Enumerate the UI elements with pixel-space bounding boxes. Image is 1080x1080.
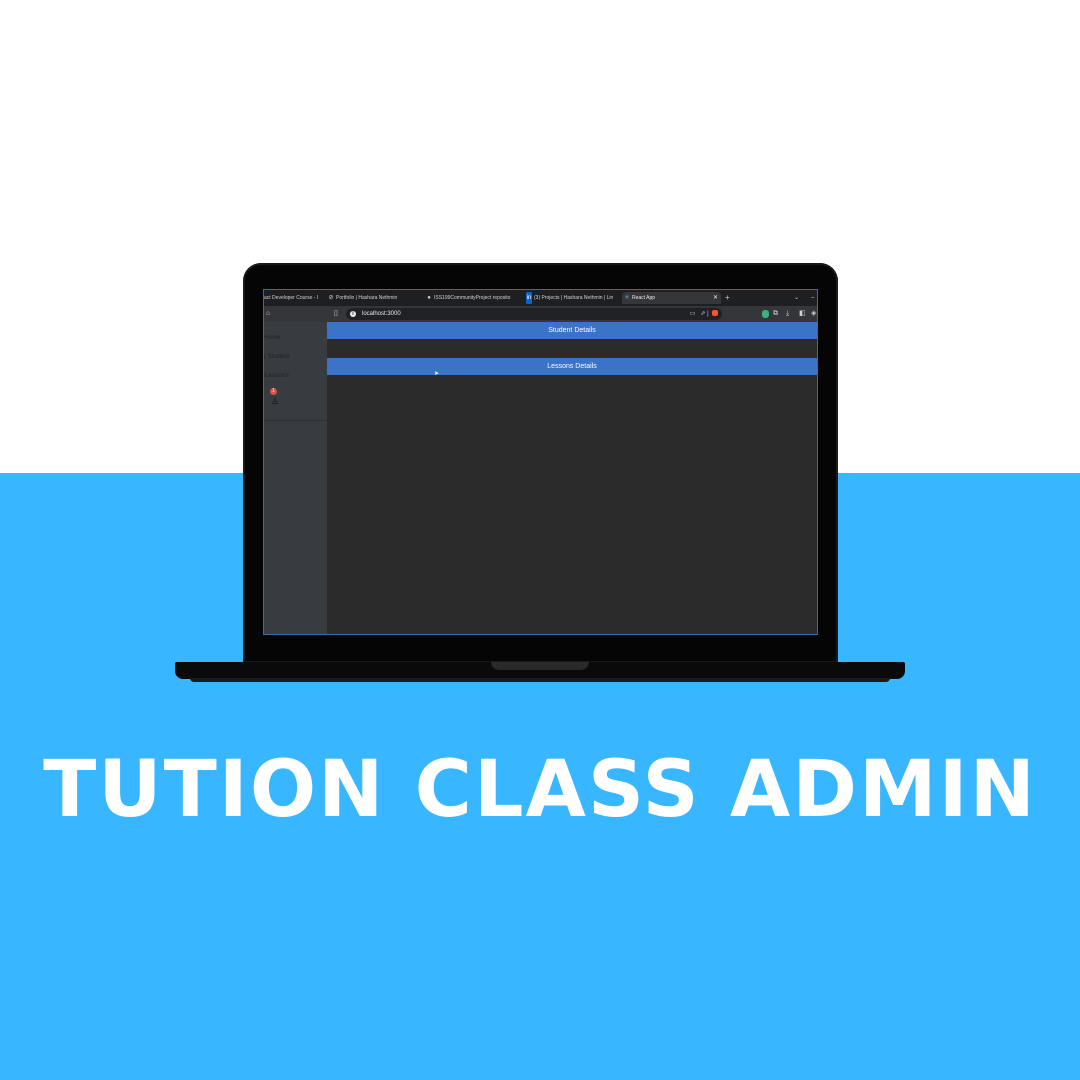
sidebar-item-label: Student [267,353,290,360]
sidebar-divider [264,420,327,421]
notification-badge: 1 [270,388,277,395]
react-icon: ⚛ [624,295,630,301]
sidebar-item-label: Home [263,334,281,341]
page-headline: TUTION CLASS ADMIN [43,745,1037,835]
tab-label: act Developer Course - I [264,295,319,301]
cast-icon[interactable]: ▭ [690,311,696,317]
section-title: Student Details [548,327,596,334]
browser-toolbar: ⌂ ▯ i localhost:3000 ▭ ⇗ | ⧉ ⤓ ◧ ◈ [264,306,817,322]
linkedin-icon: in [526,292,532,304]
globe-icon: ⊘ [328,295,334,301]
new-tab-button[interactable]: + [725,292,730,304]
tab-linkedin-projects[interactable]: in (3) Projects | Hashara Nethmin | Lin [524,292,620,304]
laptop-screen: act Developer Course - I ⊘ Portfolio | Ha… [263,289,818,635]
address-url: localhost:3000 [362,311,401,317]
user-icon: ♙ [271,396,280,406]
tab-close-icon[interactable]: ✕ [713,292,718,304]
app-sidebar: Home § Student ‖Lessons 1 ♙ [263,322,327,634]
sidebar-item-icon: § [264,353,266,360]
tab-react-app[interactable]: ⚛ React App ✕ [622,292,721,304]
lessons-details-bar[interactable]: Lessons Details [327,358,817,375]
laptop-notch [491,662,589,670]
brave-shield-icon[interactable] [712,310,718,317]
sidebar-item-lessons[interactable]: ‖Lessons [264,372,289,379]
address-bar[interactable]: i localhost:3000 ▭ ⇗ | [346,308,722,320]
bookmark-icon[interactable]: ▯ [334,309,338,319]
github-icon: ● [427,295,431,301]
site-info-icon[interactable]: i [350,311,356,317]
student-details-bar[interactable]: Student Details [327,322,817,339]
address-bar-actions: ▭ ⇗ | [690,308,718,320]
sidebar-item-label: Lessons [264,372,289,379]
tab-portfolio[interactable]: ⊘ Portfolio | Hashara Nethmin [326,292,420,304]
extension-icon[interactable] [762,310,769,318]
tab-label: React App [632,295,656,301]
home-icon[interactable]: ⌂ [266,309,270,319]
react-app: Home § Student ‖Lessons 1 ♙ Student Deta… [263,322,817,634]
tab-react-course[interactable]: act Developer Course - I [264,292,322,304]
browser-tab-strip: act Developer Course - I ⊘ Portfolio | Ha… [264,290,817,306]
laptop-base-shadow [190,678,890,682]
extensions-puzzle-icon[interactable]: ⧉ [773,309,778,319]
tab-label: Portfolio | Hashara Nethmin [336,295,398,301]
share-icon[interactable]: ⇗ [700,311,705,317]
tab-label: (3) Projects | Hashara Nethmin | Lin [534,295,614,301]
sidebar-item-student[interactable]: § Student [264,353,290,360]
section-title: Lessons Details [547,363,597,370]
sidebar-item-home[interactable]: Home [263,334,281,341]
main-content: Student Details Lessons Details ➤ [327,322,817,634]
mouse-cursor-icon: ➤ [434,371,440,377]
download-icon[interactable]: ⤓ [786,309,789,319]
tab-github-repo[interactable]: ● ISS199CommunityProject reposito [424,292,520,304]
tab-label: ISS199CommunityProject reposito [434,295,511,301]
wallet-icon[interactable]: ◈ [811,309,816,319]
avatar[interactable]: 1 ♙ [270,388,282,408]
sidebar-toggle-icon[interactable]: ◧ [799,309,806,319]
tab-search-chevron-icon[interactable]: ⌄ [794,292,799,304]
minimize-window-icon[interactable]: – [811,292,814,304]
